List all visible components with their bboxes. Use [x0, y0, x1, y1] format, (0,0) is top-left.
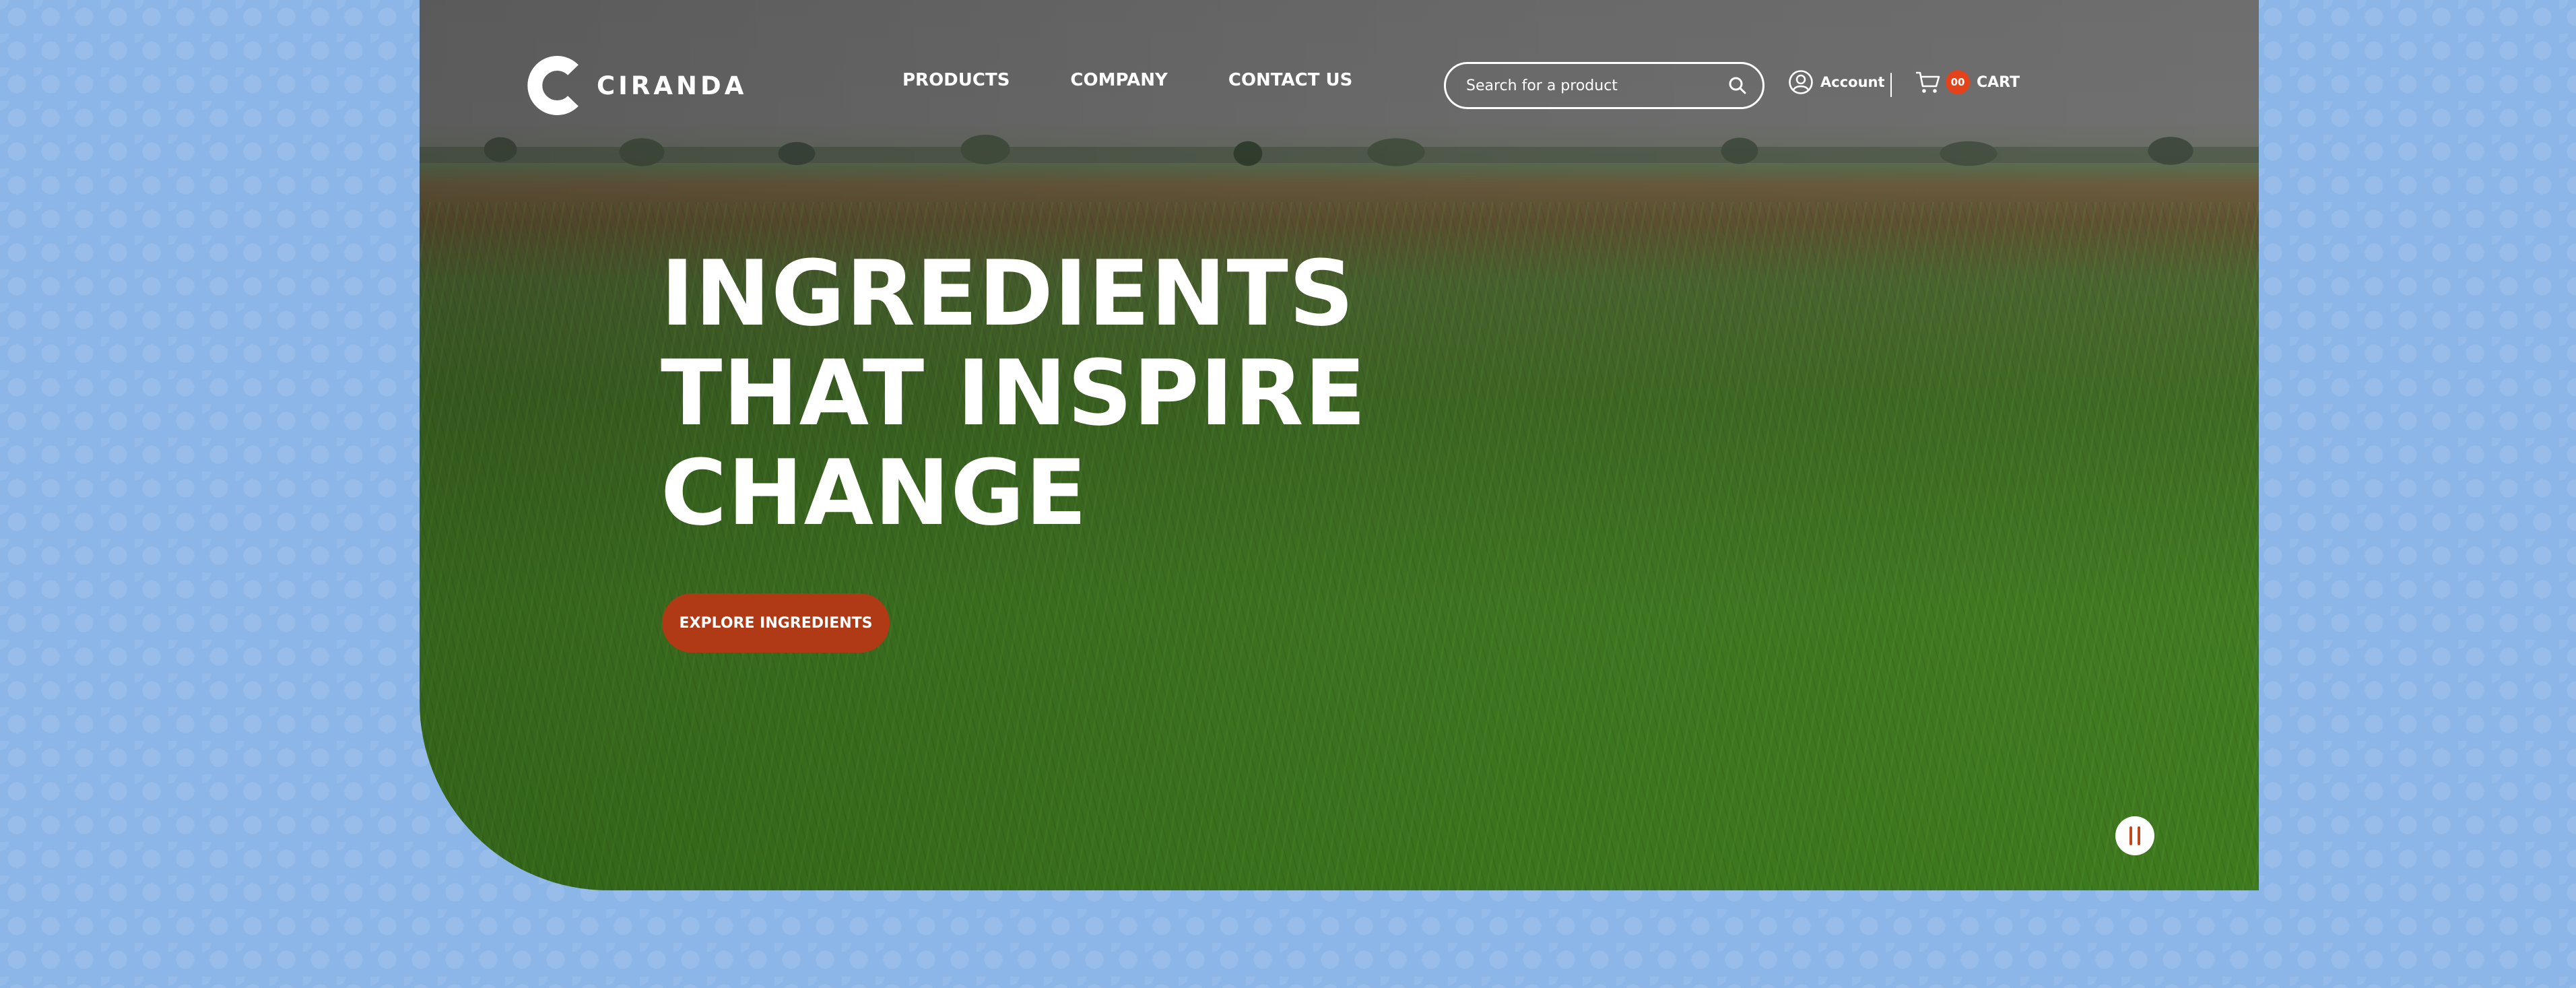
account-link[interactable]: Account	[1788, 69, 1885, 95]
hero-headline: INGREDIENTS THAT INSPIRE CHANGE	[661, 244, 1366, 543]
nav-item-products[interactable]: PRODUCTS	[902, 70, 1010, 90]
cart-label: CART	[1977, 73, 2020, 91]
video-pause-button[interactable]	[2115, 816, 2154, 855]
ciranda-logo-icon	[527, 56, 579, 115]
search-icon[interactable]	[1727, 75, 1748, 96]
user-circle-icon	[1789, 70, 1813, 94]
header-divider	[1890, 73, 1892, 97]
account-label: Account	[1820, 74, 1885, 90]
pause-icon	[2129, 826, 2132, 845]
cart-link[interactable]: 00 CART	[1915, 70, 2020, 94]
hero-section: CIRANDA PRODUCTS COMPANY CONTACT US Acco…	[420, 0, 2259, 890]
explore-ingredients-button[interactable]: EXPLORE INGREDIENTS	[662, 593, 890, 653]
cart-icon	[1916, 71, 1940, 93]
hero-headline-line-1: INGREDIENTS	[661, 241, 1355, 346]
nav-item-company[interactable]: COMPANY	[1070, 70, 1167, 90]
nav-item-contact-us[interactable]: CONTACT US	[1228, 70, 1353, 90]
hero-headline-line-2: THAT INSPIRE	[661, 341, 1367, 446]
main-nav: PRODUCTS COMPANY CONTACT US	[902, 70, 1352, 90]
search-box	[1444, 62, 1764, 109]
search-input[interactable]	[1465, 76, 1727, 95]
pause-icon-bar	[2138, 826, 2140, 845]
hero-headline-line-3: CHANGE	[661, 440, 1088, 546]
brand-name: CIRANDA	[597, 71, 748, 100]
site-logo[interactable]: CIRANDA	[525, 55, 747, 116]
cart-count-badge: 00	[1946, 70, 1970, 94]
